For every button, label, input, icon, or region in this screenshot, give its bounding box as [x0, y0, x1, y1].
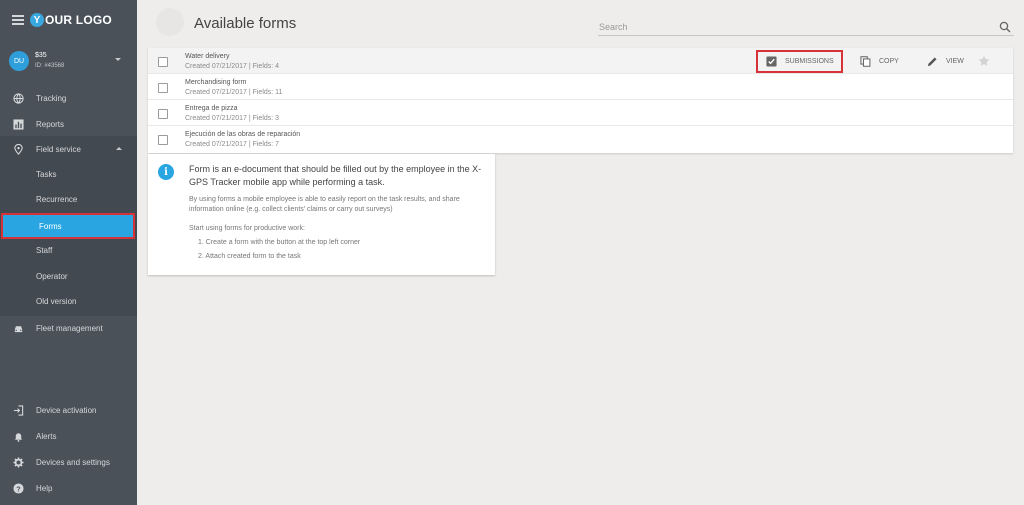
sidebar-item-fleet-management[interactable]: Fleet management: [0, 315, 137, 341]
row-checkbox[interactable]: [158, 57, 168, 67]
form-meta: Created 07/21/2017 | Fields: 3: [185, 115, 280, 122]
bell-icon: [13, 431, 24, 442]
car-icon: [13, 323, 24, 334]
search-input[interactable]: Search: [599, 22, 628, 32]
sidebar-item-forms[interactable]: Forms: [1, 213, 135, 239]
globe-icon: [13, 92, 24, 104]
table-row[interactable]: Merchandising form Created 07/21/2017 | …: [148, 74, 1013, 100]
sidebar-item-label: Tracking: [36, 93, 67, 103]
form-meta: Created 07/21/2017 | Fields: 11: [185, 89, 283, 96]
form-name: Merchandising form: [185, 79, 247, 86]
chevron-up-icon: [116, 147, 122, 150]
copy-button[interactable]: COPY: [860, 48, 899, 74]
sidebar-item-label: Fleet management: [36, 323, 103, 333]
submissions-label: SUBMISSIONS: [785, 58, 834, 65]
avatar: DU: [9, 51, 29, 71]
sidebar-item-operator[interactable]: Operator: [0, 264, 137, 289]
svg-text:?: ?: [16, 484, 21, 493]
chevron-down-icon: [115, 58, 121, 61]
table-row[interactable]: Entrega de pizza Created 07/21/2017 | Fi…: [148, 100, 1013, 126]
row-checkbox[interactable]: [158, 135, 168, 145]
info-body: By using forms a mobile employee is able…: [189, 196, 460, 213]
sidebar-item-label: Device activation: [36, 405, 97, 415]
sidebar: Y OUR LOGO DU $35 ID: #43568 Tracking Re…: [0, 0, 137, 505]
gear-icon: [13, 456, 24, 468]
info-title: Form is an e-document that should be fil…: [189, 164, 482, 187]
form-meta: Created 07/21/2017 | Fields: 7: [185, 141, 280, 148]
info-card: i Form is an e-document that should be f…: [148, 154, 495, 275]
search-field[interactable]: Search: [598, 20, 1014, 36]
add-form-button[interactable]: [156, 8, 184, 36]
logo[interactable]: Y OUR LOGO: [30, 13, 112, 27]
menu-icon[interactable]: [12, 15, 24, 25]
sidebar-item-alerts[interactable]: Alerts: [0, 423, 137, 449]
info-step: 2. Attach created form to the task: [198, 253, 301, 260]
sidebar-item-label: Alerts: [36, 431, 57, 441]
sidebar-item-label: Field service: [36, 144, 81, 154]
account-balance: $35: [35, 52, 47, 59]
location-pin-icon: [13, 143, 24, 155]
checkbox-checked-icon: [766, 56, 777, 67]
sidebar-item-help[interactable]: ? Help: [0, 475, 137, 501]
submissions-button[interactable]: SUBMISSIONS: [756, 50, 843, 73]
info-start-text: Start using forms for productive work:: [189, 225, 305, 232]
copy-icon: [860, 55, 871, 67]
form-name: Water delivery: [185, 53, 230, 60]
sidebar-item-staff[interactable]: Staff: [0, 238, 137, 263]
info-step: 1. Create a form with the button at the …: [198, 239, 361, 246]
forms-table: Water delivery Created 07/21/2017 | Fiel…: [148, 48, 1013, 153]
row-checkbox[interactable]: [158, 83, 168, 93]
account-switcher[interactable]: DU $35 ID: #43568: [0, 47, 137, 75]
account-id: ID: #43568: [35, 63, 65, 69]
copy-label: COPY: [879, 57, 899, 65]
view-label: VIEW: [946, 57, 964, 65]
login-icon: [13, 404, 24, 416]
form-name: Ejecución de las obras de reparación: [185, 131, 301, 138]
sidebar-item-label: Help: [36, 483, 53, 493]
info-icon: i: [158, 164, 174, 180]
table-row[interactable]: Ejecución de las obras de reparación Cre…: [148, 126, 1013, 152]
sidebar-item-old-version[interactable]: Old version: [0, 289, 137, 314]
sidebar-item-tasks[interactable]: Tasks: [0, 162, 137, 187]
sidebar-item-device-activation[interactable]: Device activation: [0, 397, 137, 423]
form-meta: Created 07/21/2017 | Fields: 4: [185, 63, 280, 70]
form-name: Entrega de pizza: [185, 105, 238, 112]
help-icon: ?: [13, 482, 24, 494]
sidebar-item-recurrence[interactable]: Recurrence: [0, 187, 137, 212]
search-icon[interactable]: [999, 21, 1011, 33]
favorite-button[interactable]: [978, 48, 998, 74]
logo-text: OUR LOGO: [45, 13, 112, 27]
sidebar-item-field-service[interactable]: Field service: [0, 136, 137, 162]
sidebar-item-devices-settings[interactable]: Devices and settings: [0, 449, 137, 475]
star-icon: [978, 55, 990, 66]
sidebar-header: Y OUR LOGO: [0, 0, 137, 40]
page-title: Available forms: [194, 15, 297, 32]
table-row[interactable]: Water delivery Created 07/21/2017 | Fiel…: [148, 48, 1013, 74]
sidebar-item-label: Devices and settings: [36, 457, 110, 467]
pencil-icon: [927, 56, 937, 66]
bar-chart-icon: [13, 118, 24, 130]
row-checkbox[interactable]: [158, 109, 168, 119]
logo-badge: Y: [30, 13, 44, 27]
view-button[interactable]: VIEW: [927, 48, 964, 74]
sidebar-item-tracking[interactable]: Tracking: [0, 85, 137, 111]
sidebar-item-label: Reports: [36, 119, 65, 129]
sidebar-item-reports[interactable]: Reports: [0, 111, 137, 137]
